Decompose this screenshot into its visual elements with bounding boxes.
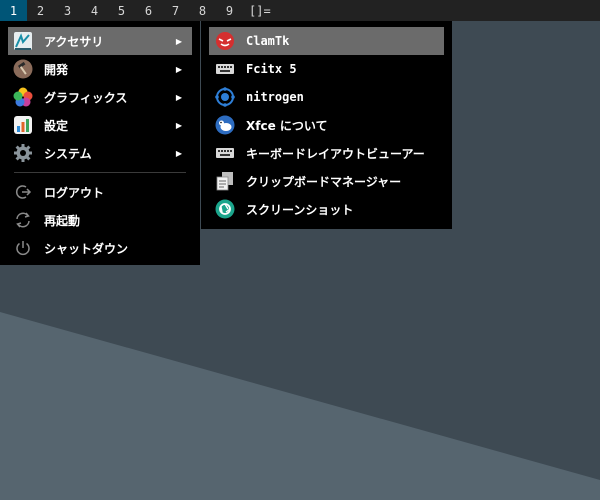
menu-item-graphics[interactable]: グラフィックス ▶ [8, 83, 192, 111]
menu-item-label: スクリーンショット [246, 202, 354, 217]
workspace-tag-6[interactable]: 6 [135, 0, 162, 21]
workspace-tag-8[interactable]: 8 [189, 0, 216, 21]
screenshot-icon [214, 198, 236, 220]
submenu-arrow-icon: ▶ [175, 120, 182, 130]
submenu-item-clamtk[interactable]: ClamTk [209, 27, 444, 55]
submenu-arrow-icon: ▶ [175, 36, 182, 46]
menu-item-settings[interactable]: 設定 ▶ [8, 111, 192, 139]
menu-item-label: ログアウト [44, 185, 105, 200]
clipboard-icon [214, 170, 236, 192]
accessories-submenu: ClamTk Fcitx 5 nitrogen Xfce について キーボードレ… [201, 21, 452, 229]
menu-separator [14, 172, 186, 173]
keyboard-layout-icon [214, 142, 236, 164]
workspace-tag-4[interactable]: 4 [81, 0, 108, 21]
xfce-mouse-icon [214, 114, 236, 136]
accessories-icon [12, 30, 34, 52]
menu-item-label: シャットダウン [44, 241, 129, 256]
menu-item-label: Xfce について [246, 118, 328, 133]
menu-item-label: グラフィックス [44, 90, 128, 105]
menu-item-label: 再起動 [44, 213, 81, 228]
menu-item-label: キーボードレイアウトビューアー [246, 146, 425, 161]
menu-item-label: 開発 [44, 62, 69, 77]
logout-icon [12, 181, 34, 203]
submenu-item-about-xfce[interactable]: Xfce について [209, 111, 444, 139]
menu-item-label: ClamTk [246, 34, 290, 48]
clamtk-icon [214, 30, 236, 52]
workspace-tag-5[interactable]: 5 [108, 0, 135, 21]
submenu-item-screenshot[interactable]: スクリーンショット [209, 195, 444, 223]
power-icon [12, 237, 34, 259]
menu-item-label: クリップボードマネージャー [246, 174, 402, 189]
workspace-tag-1[interactable]: 1 [0, 0, 27, 21]
status-bar: 1 2 3 4 5 6 7 8 9 []= [0, 0, 600, 21]
application-menu: アクセサリ ▶ 開発 ▶ グラフィックス ▶ 設定 ▶ システム ▶ ログアウト… [0, 21, 200, 265]
menu-item-accessories[interactable]: アクセサリ ▶ [8, 27, 192, 55]
submenu-arrow-icon: ▶ [175, 92, 182, 102]
submenu-item-nitrogen[interactable]: nitrogen [209, 83, 444, 111]
system-gear-icon [12, 142, 34, 164]
workspace-tag-2[interactable]: 2 [27, 0, 54, 21]
workspace-tag-9[interactable]: 9 [216, 0, 243, 21]
menu-item-shutdown[interactable]: シャットダウン [8, 234, 192, 262]
keyboard-icon [214, 58, 236, 80]
submenu-item-fcitx[interactable]: Fcitx 5 [209, 55, 444, 83]
layout-symbol[interactable]: []= [243, 0, 271, 21]
workspace-tag-3[interactable]: 3 [54, 0, 81, 21]
menu-item-logout[interactable]: ログアウト [8, 178, 192, 206]
settings-icon [12, 114, 34, 136]
workspace-tag-7[interactable]: 7 [162, 0, 189, 21]
menu-item-label: システム [44, 146, 92, 161]
graphics-icon [12, 86, 34, 108]
restart-icon [12, 209, 34, 231]
menu-item-label: 設定 [44, 118, 69, 133]
menu-item-label: Fcitx 5 [246, 62, 297, 76]
menu-item-system[interactable]: システム ▶ [8, 139, 192, 167]
menu-item-restart[interactable]: 再起動 [8, 206, 192, 234]
development-icon [12, 58, 34, 80]
submenu-item-keyboard-layout-viewer[interactable]: キーボードレイアウトビューアー [209, 139, 444, 167]
menu-item-development[interactable]: 開発 ▶ [8, 55, 192, 83]
submenu-arrow-icon: ▶ [175, 64, 182, 74]
menu-item-label: アクセサリ [44, 34, 104, 49]
submenu-item-clipboard-manager[interactable]: クリップボードマネージャー [209, 167, 444, 195]
nitrogen-icon [214, 86, 236, 108]
submenu-arrow-icon: ▶ [175, 148, 182, 158]
menu-item-label: nitrogen [246, 90, 304, 104]
